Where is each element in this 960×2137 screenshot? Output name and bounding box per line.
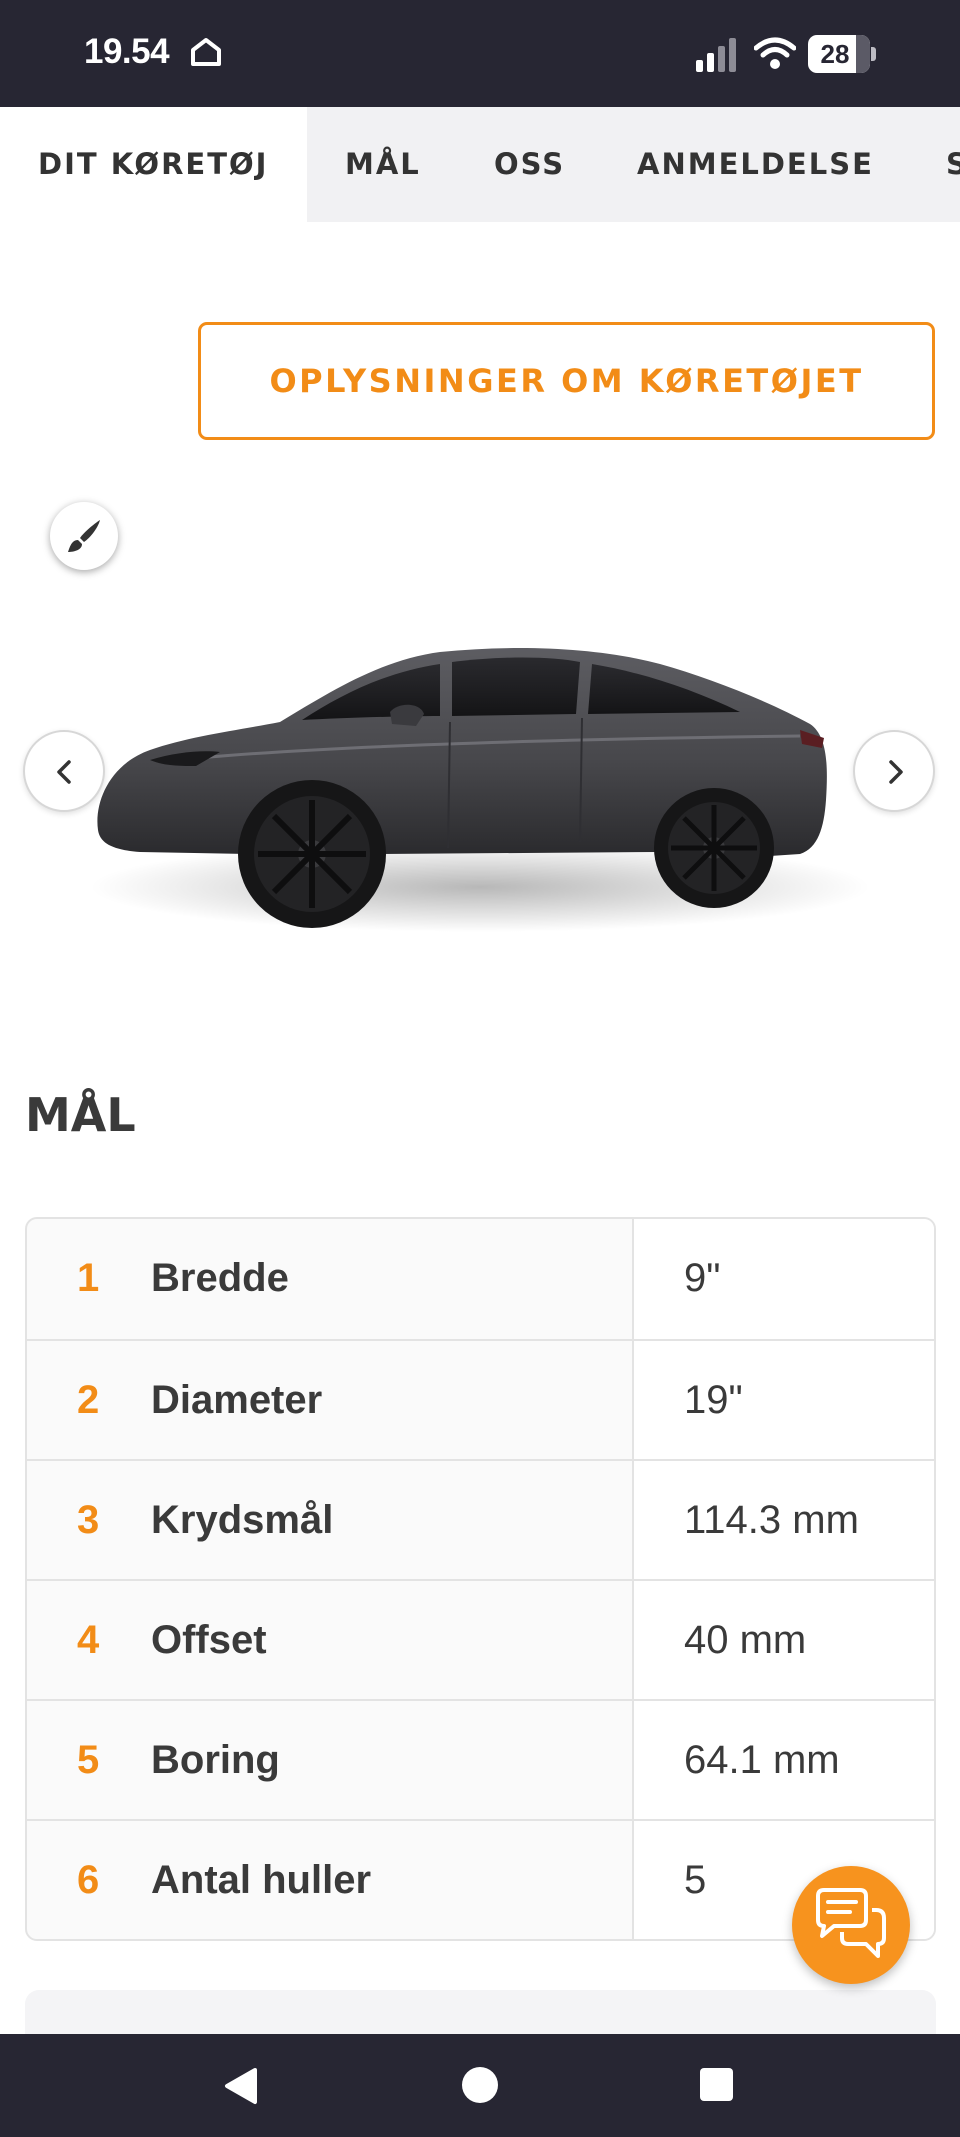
home-circle-icon[interactable]: [462, 2067, 498, 2103]
tab-oss[interactable]: OSS: [494, 107, 565, 222]
tab-dit-koretoj[interactable]: DIT KØRETØJ: [0, 107, 307, 222]
row-value: 5: [684, 1858, 707, 1902]
row-value: 114.3 mm: [684, 1498, 859, 1542]
system-nav-bar: [0, 2034, 960, 2137]
table-row: 1 Bredde 9": [27, 1219, 934, 1339]
table-row: 2 Diameter 19": [27, 1339, 934, 1459]
paint-color-button[interactable]: [50, 502, 118, 570]
tab-mal[interactable]: MÅL: [345, 107, 421, 222]
row-label: Bredde: [151, 1256, 289, 1300]
rear-wheel: [654, 788, 774, 908]
battery-level: 28: [820, 39, 850, 69]
battery-icon: 28: [808, 35, 876, 73]
row-value: 40 mm: [684, 1618, 807, 1662]
tab-bar: DIT KØRETØJ MÅL OSS ANMELDELSE S: [0, 107, 960, 222]
row-label: Krydsmål: [151, 1498, 334, 1542]
vehicle-card: OPLYSNINGER OM KØRETØJET MÅL 1 Bredde 9"…: [0, 222, 960, 2050]
row-label: Boring: [151, 1738, 280, 1782]
row-number: 3: [77, 1498, 100, 1542]
dimensions-title: MÅL: [25, 1088, 136, 1142]
chat-button[interactable]: [792, 1866, 910, 1984]
status-time: 19.54: [84, 32, 170, 71]
back-triangle-icon[interactable]: [221, 2066, 259, 2106]
table-row: 3 Krydsmål 114.3 mm: [27, 1459, 934, 1579]
car-image: [90, 648, 870, 932]
chevron-left-icon: [57, 760, 71, 784]
table-row: 4 Offset 40 mm: [27, 1579, 934, 1699]
row-number: 6: [77, 1858, 100, 1902]
row-value: 64.1 mm: [684, 1738, 840, 1782]
front-wheel: [238, 780, 386, 928]
tab-anmeldelse[interactable]: ANMELDELSE: [637, 107, 874, 222]
row-value: 19": [684, 1378, 743, 1422]
table-row: 5 Boring 64.1 mm: [27, 1699, 934, 1819]
status-bar: 19.54 28: [0, 0, 960, 107]
tab-partial[interactable]: S: [946, 107, 960, 222]
recents-square-icon[interactable]: [700, 2068, 733, 2101]
previous-image-button[interactable]: [23, 730, 105, 812]
row-label: Offset: [151, 1618, 267, 1662]
dimensions-table: 1 Bredde 9" 2 Diameter 19" 3 Krydsmål 11…: [25, 1217, 936, 1941]
wifi-icon: [754, 37, 796, 69]
chat-bubbles-icon: [816, 1888, 886, 1958]
next-image-button[interactable]: [853, 730, 935, 812]
row-number: 5: [77, 1738, 100, 1782]
vehicle-details-button[interactable]: OPLYSNINGER OM KØRETØJET: [198, 322, 935, 440]
paintbrush-icon: [68, 520, 100, 552]
cell-signal-icon: [696, 38, 736, 72]
row-number: 4: [77, 1618, 100, 1662]
row-number: 2: [77, 1378, 100, 1422]
chevron-right-icon: [889, 760, 903, 784]
row-label: Diameter: [151, 1378, 323, 1422]
row-value: 9": [684, 1256, 721, 1300]
row-label: Antal huller: [151, 1858, 372, 1902]
row-number: 1: [77, 1256, 100, 1300]
home-outline-icon: [191, 38, 221, 66]
